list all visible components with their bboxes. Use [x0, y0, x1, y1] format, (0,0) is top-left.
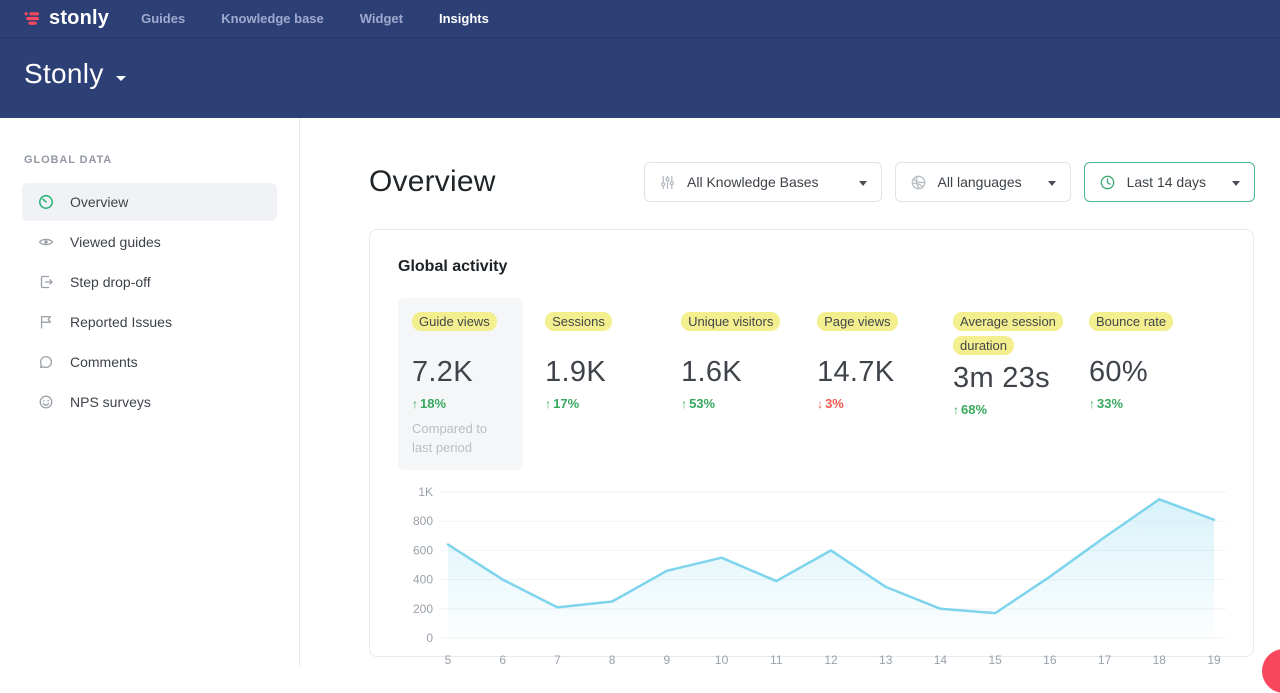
page-title: Overview [369, 165, 496, 199]
svg-text:0: 0 [426, 631, 433, 645]
svg-text:11: 11 [770, 653, 783, 667]
sidebar-item-label: Overview [70, 194, 128, 210]
nav-guides[interactable]: Guides [141, 11, 185, 26]
svg-text:19: 19 [1207, 653, 1221, 667]
smiley-icon [38, 394, 54, 410]
stat-note: Compared to last period [412, 420, 509, 458]
app-header: stonly Guides Knowledge base Widget Insi… [0, 0, 1280, 118]
sidebar-item-overview[interactable]: Overview [22, 183, 277, 221]
clock-icon [1099, 174, 1116, 191]
stat-value: 60% [1089, 356, 1225, 389]
trend-arrow-icon: ↑ [545, 397, 551, 411]
step-out-icon [38, 274, 54, 290]
flag-icon [38, 314, 54, 330]
stat-change: ↑18% [412, 396, 509, 411]
stat-value: 1.6K [681, 356, 817, 389]
sliders-icon [659, 174, 676, 191]
stat-page-views[interactable]: Page views 14.7K ↓3% [817, 298, 953, 411]
svg-text:13: 13 [879, 653, 893, 667]
filter-label: All Knowledge Bases [687, 174, 819, 190]
date-range-filter[interactable]: Last 14 days [1084, 162, 1255, 202]
svg-text:200: 200 [413, 601, 433, 615]
stonly-logo-icon [24, 10, 42, 27]
svg-text:400: 400 [413, 572, 433, 586]
sidebar-item-label: Comments [70, 354, 138, 370]
top-nav-bar: stonly Guides Knowledge base Widget Insi… [0, 0, 1280, 38]
sidebar-item-comments[interactable]: Comments [22, 343, 277, 381]
filter-label: Last 14 days [1127, 174, 1206, 190]
svg-text:17: 17 [1098, 653, 1112, 667]
chevron-down-icon [116, 76, 126, 81]
stonly-logo[interactable]: stonly [24, 7, 109, 30]
trend-arrow-icon: ↓ [817, 397, 823, 411]
sidebar-item-label: Reported Issues [70, 314, 172, 330]
sidebar-item-step-drop-off[interactable]: Step drop-off [22, 263, 277, 301]
stat-value: 7.2K [412, 356, 509, 389]
eye-icon [38, 234, 54, 250]
svg-text:6: 6 [499, 653, 506, 667]
stat-value: 14.7K [817, 356, 953, 389]
globe-icon [910, 174, 927, 191]
logo-text: stonly [49, 7, 109, 30]
svg-text:16: 16 [1043, 653, 1057, 667]
chart-area: 0 200 400 600 800 1K 5 6 7 8 9 10 11 12 13 14 15 16 17 18 19 [398, 482, 1225, 670]
svg-text:15: 15 [988, 653, 1002, 667]
filter-label: All languages [938, 174, 1022, 190]
svg-text:5: 5 [445, 653, 452, 667]
stat-change: ↑68% [953, 402, 1089, 417]
stats-row: Guide views 7.2K ↑18% Compared to last p… [398, 298, 1225, 470]
knowledge-bases-filter[interactable]: All Knowledge Bases [644, 162, 882, 202]
nav-insights[interactable]: Insights [439, 11, 489, 26]
stat-change: ↑17% [545, 396, 681, 411]
global-activity-card: Global activity Guide views 7.2K ↑18% Co… [369, 229, 1254, 657]
gauge-icon [38, 194, 54, 210]
svg-text:18: 18 [1153, 653, 1167, 667]
trend-arrow-icon: ↑ [1089, 397, 1095, 411]
stat-unique-visitors[interactable]: Unique visitors 1.6K ↑53% [681, 298, 817, 411]
sidebar-item-reported-issues[interactable]: Reported Issues [22, 303, 277, 341]
svg-text:7: 7 [554, 653, 561, 667]
svg-text:600: 600 [413, 543, 433, 557]
stat-sessions[interactable]: Sessions 1.9K ↑17% [545, 298, 681, 411]
nav-knowledge-base[interactable]: Knowledge base [221, 11, 324, 26]
chevron-down-icon [1048, 181, 1056, 186]
workspace-title: Stonly [24, 58, 104, 90]
filters-row: All Knowledge Bases All languages [644, 162, 1255, 202]
stat-guide-views[interactable]: Guide views 7.2K ↑18% Compared to last p… [398, 298, 523, 470]
trend-arrow-icon: ↑ [681, 397, 687, 411]
chevron-down-icon [1232, 181, 1240, 186]
activity-chart: 0 200 400 600 800 1K 5 6 7 8 9 10 11 12 13 14 15 16 17 18 19 [398, 482, 1228, 670]
stat-value: 1.9K [545, 356, 681, 389]
chevron-down-icon [859, 181, 867, 186]
main-content: Overview All Knowledge Bases [300, 118, 1280, 667]
svg-text:12: 12 [824, 653, 838, 667]
sidebar-section-label: GLOBAL DATA [0, 154, 299, 167]
stat-change: ↑33% [1089, 396, 1225, 411]
stat-avg-session-duration[interactable]: Average session duration 3m 23s ↑68% [953, 298, 1089, 417]
workspace-switcher[interactable]: Stonly [0, 38, 1280, 90]
svg-text:10: 10 [715, 653, 729, 667]
svg-text:9: 9 [664, 653, 671, 667]
top-nav: Guides Knowledge base Widget Insights [141, 11, 489, 26]
languages-filter[interactable]: All languages [895, 162, 1071, 202]
card-title: Global activity [398, 258, 1225, 276]
stat-value: 3m 23s [953, 362, 1089, 395]
sidebar-item-viewed-guides[interactable]: Viewed guides [22, 223, 277, 261]
sidebar-item-label: Viewed guides [70, 234, 161, 250]
nav-widget[interactable]: Widget [360, 11, 403, 26]
sidebar-item-label: NPS surveys [70, 394, 151, 410]
stat-bounce-rate[interactable]: Bounce rate 60% ↑33% [1089, 298, 1225, 411]
svg-text:1K: 1K [418, 485, 433, 499]
stat-change: ↓3% [817, 396, 953, 411]
svg-text:14: 14 [934, 653, 948, 667]
sidebar-item-label: Step drop-off [70, 274, 151, 290]
trend-arrow-icon: ↑ [953, 403, 959, 417]
trend-arrow-icon: ↑ [412, 397, 418, 411]
sidebar: GLOBAL DATA Overview Viewed guides [0, 118, 300, 667]
sidebar-item-nps-surveys[interactable]: NPS surveys [22, 383, 277, 421]
svg-text:800: 800 [413, 514, 433, 528]
stat-change: ↑53% [681, 396, 817, 411]
comment-icon [38, 354, 54, 370]
svg-text:8: 8 [609, 653, 616, 667]
